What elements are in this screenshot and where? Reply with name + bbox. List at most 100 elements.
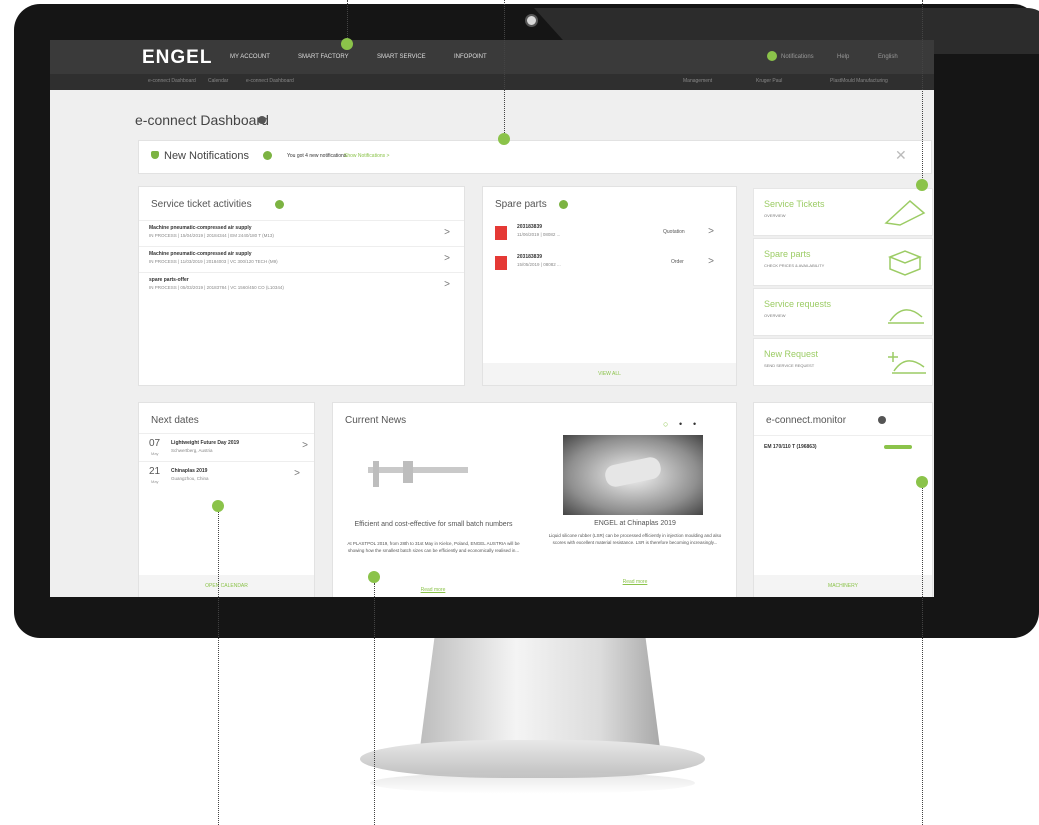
tile-title: Service requests [764,299,832,309]
callout-dot [341,38,353,50]
service-ticket-title: Service ticket activities [151,199,252,210]
tile-spare-parts[interactable]: Spare parts CHECK PRICES & AVAILABILITY [753,238,933,286]
callout-line [922,0,923,182]
carousel-dot[interactable]: • [679,419,682,429]
spare-parts-title: Spare parts [495,199,547,210]
machinery-link[interactable]: MACHINERY [754,575,932,597]
read-more-link[interactable]: Read more [595,579,675,585]
table-row[interactable]: Machine pneumatic-compressed air supply … [139,220,464,247]
list-item[interactable]: 07 May Lightweight Future Day 2019 Schwe… [139,433,314,462]
tile-service-requests[interactable]: Service requests OVERVIEW [753,288,933,336]
event-title: Lightweight Future Day 2019 [171,440,240,446]
event-title: Chinaplas 2019 [171,468,208,474]
notification-count-badge [263,151,272,160]
chevron-right-icon[interactable]: > [294,468,300,479]
open-calendar-link[interactable]: OPEN CALENDAR [139,575,314,597]
callout-dot [368,571,380,583]
row-title: Machine pneumatic-compressed air supply [149,225,252,231]
tile-subtitle: OVERVIEW [764,313,786,318]
notifications-link[interactable]: Notifications [781,54,814,60]
tile-service-tickets[interactable]: Service Tickets OVERVIEW [753,188,933,236]
user-name[interactable]: Kruger Paul [756,78,782,84]
screen: ENGEL MY ACCOUNT SMART FACTORY SMART SER… [50,40,934,597]
callout-dot [916,179,928,191]
top-navigation-bar: ENGEL MY ACCOUNT SMART FACTORY SMART SER… [50,40,934,74]
current-news-title: Current News [345,415,407,426]
help-link[interactable]: Help [837,54,849,60]
row-subtitle: 11/06/2019 | 08082 ... [517,232,561,237]
tile-subtitle: SEND SERVICE REQUEST [764,363,815,368]
news-title[interactable]: Efficient and cost-effective for small b… [341,521,526,528]
list-item[interactable]: 21 May Chinaplas 2019 Guangzhou, China > [139,461,314,490]
row-title: Machine pneumatic-compressed air supply [149,251,252,257]
callout-line [347,0,348,40]
chevron-right-icon[interactable]: > [444,227,450,238]
monitor-card: e-connect.monitor EM 170/110 T (196863) … [753,402,933,597]
current-news-card: Current News ○ • • Efficient and cost-ef… [332,402,737,597]
base-reflection [370,772,695,794]
machine-name: EM 170/110 T (196863) [764,444,817,450]
chevron-right-icon[interactable]: > [444,253,450,264]
nav-smart-service[interactable]: SMART SERVICE [377,54,426,60]
news-title[interactable]: ENGEL at Chinaplas 2019 [555,520,715,528]
status-indicator [884,445,912,449]
nav-infopoint[interactable]: INFOPOINT [454,54,487,60]
news-text: At PLASTPOL 2019, from 28th to 31st May … [347,541,520,553]
row-subtitle: 15/05/2019 | 08082 ... [517,262,561,267]
add-request-icon [888,352,926,374]
table-row[interactable]: Machine pneumatic-compressed air supply … [139,246,464,273]
tile-title: Service Tickets [764,199,825,209]
callout-line [504,0,505,135]
monitor-title: e-connect.monitor [766,415,847,426]
view-all-link[interactable]: VIEW ALL [483,363,736,385]
list-item[interactable]: 203183839 11/06/2019 | 08082 ... Quotati… [483,220,736,246]
monitor-stand [420,638,660,748]
breadcrumb-item[interactable]: e-connect Dashboard [148,78,196,84]
tile-subtitle: CHECK PRICES & AVAILABILITY [764,263,825,268]
management-link[interactable]: Management [683,78,712,84]
table-row[interactable]: spare parts-offer IN PROCESS | 05/03/201… [139,272,464,299]
info-icon[interactable] [878,416,886,424]
notification-bell-icon[interactable] [767,51,777,61]
row-subtitle: IN PROCESS | 05/03/2019 | 20183784 | VC … [149,285,284,290]
lsr-part-shape [603,455,663,489]
callout-dot [498,133,510,145]
engel-logo[interactable]: ENGEL [142,47,212,69]
service-ticket-count-badge [275,200,284,209]
event-month: May [151,479,159,484]
notifications-text: You got 4 new notifications. [287,153,348,159]
breadcrumb-item[interactable]: Calendar [208,78,228,84]
info-icon[interactable] [258,116,266,124]
chevron-right-icon[interactable]: > [444,279,450,290]
show-notifications-link[interactable]: Show Notifications > [344,153,389,159]
company-name[interactable]: PlastMould Manufacturing [830,78,888,84]
tile-title: Spare parts [764,249,811,259]
service-ticket-card: Service ticket activities Machine pneuma… [138,186,465,386]
tile-title: New Request [764,349,819,359]
caliper-image [368,461,468,487]
next-dates-card: Next dates 07 May Lightweight Future Day… [138,402,315,597]
bell-icon [151,151,159,159]
breadcrumb-item[interactable]: e-connect Dashboard [246,78,294,84]
notifications-bar: New Notifications You got 4 new notifica… [138,140,932,174]
chevron-right-icon[interactable]: > [302,440,308,451]
box-icon [887,250,923,276]
nav-my-account[interactable]: MY ACCOUNT [230,54,270,60]
chevron-right-icon[interactable]: > [708,226,714,237]
chevron-right-icon[interactable]: > [708,256,714,267]
row-status: Order [671,259,684,265]
tile-subtitle: OVERVIEW [764,213,786,218]
list-item[interactable]: EM 170/110 T (196863) [754,435,932,462]
news-product-image [563,435,703,515]
carousel-dot-active[interactable]: ○ [663,419,668,429]
pdf-icon[interactable] [495,226,507,240]
pdf-icon[interactable] [495,256,507,270]
language-selector[interactable]: English [878,54,898,60]
read-more-link[interactable]: Read more [393,587,473,593]
tile-new-request[interactable]: New Request SEND SERVICE REQUEST [753,338,933,386]
close-icon[interactable]: ✕ [895,147,907,164]
callout-dot [916,476,928,488]
nav-smart-factory[interactable]: SMART FACTORY [298,54,349,60]
carousel-dot[interactable]: • [693,419,696,429]
list-item[interactable]: 203183839 15/05/2019 | 08082 ... Order > [483,250,736,276]
